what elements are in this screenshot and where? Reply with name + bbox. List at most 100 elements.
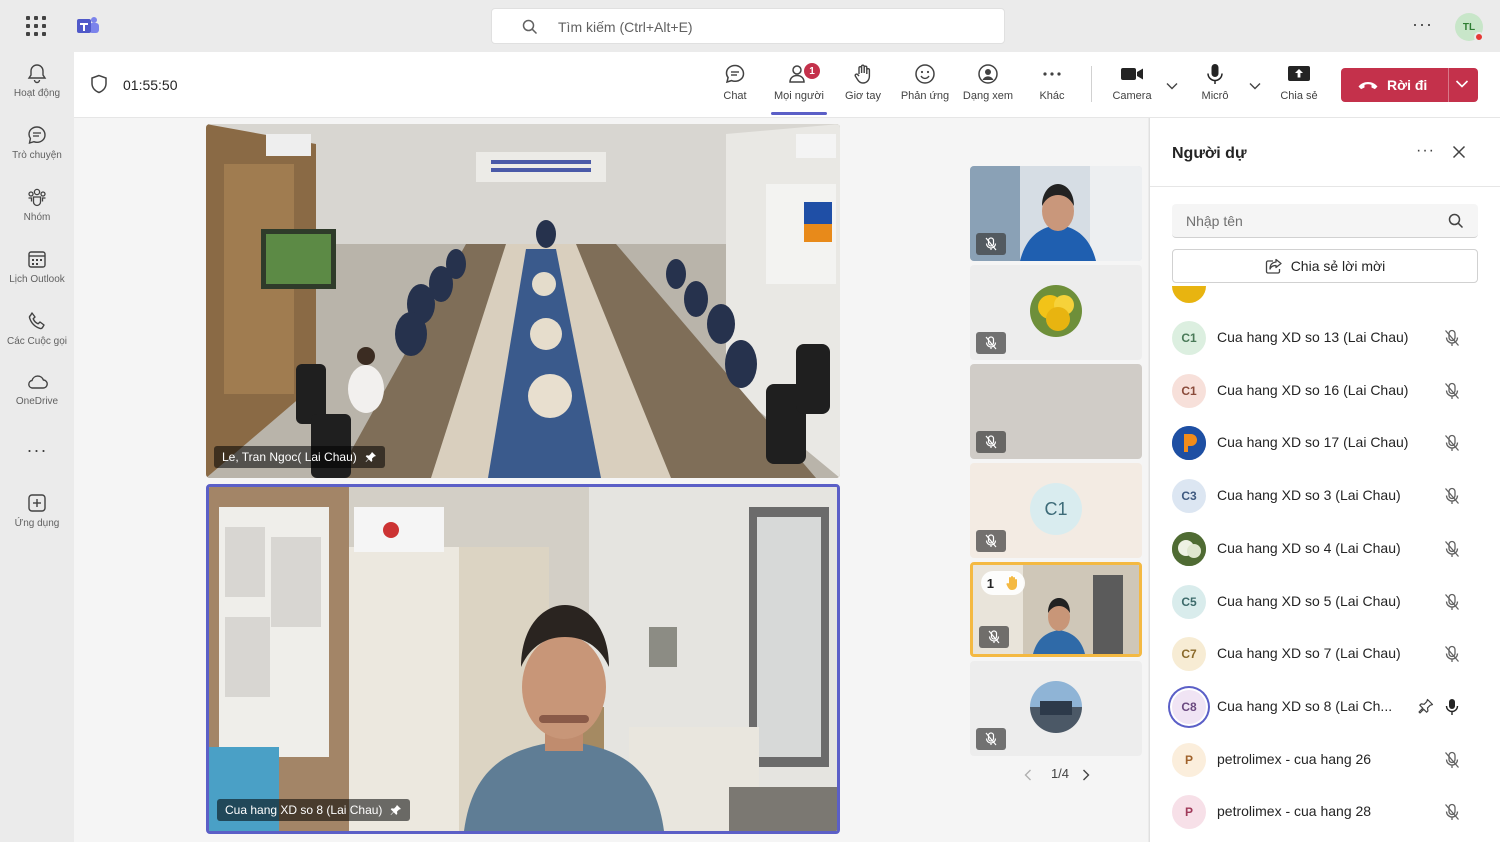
rail-item-calls[interactable]: Các Cuộc gọi — [0, 310, 74, 347]
rail-item-chat[interactable]: Trò chuyện — [0, 124, 74, 161]
microphone-icon — [1207, 64, 1223, 84]
mic-off-icon — [985, 732, 997, 746]
participant-row[interactable]: Ppetrolimex - cua hang 28 — [1150, 786, 1500, 838]
mic-off-indicator — [976, 332, 1006, 354]
participant-name-tag: Le, Tran Ngoc( Lai Chau) — [214, 446, 385, 468]
video-frame-conference-room — [206, 124, 840, 478]
participant-row[interactable]: C5 Cua hang XD so 5 (Lai Chau) — [1150, 576, 1500, 628]
participant-list: C1 Cua hang XD so 13 (Lai Chau) C1 Cua hang… — [1150, 286, 1500, 842]
petrolimex-logo-icon — [1172, 426, 1206, 461]
mic-off-indicator — [1444, 593, 1460, 616]
share-button[interactable]: Chia sẻ — [1267, 62, 1331, 102]
participant-initials: C1 — [1181, 383, 1197, 398]
participant-row[interactable]: C7 Cua hang XD so 7 (Lai Chau) — [1150, 628, 1500, 680]
participant-row[interactable]: C1 Cua hang XD so 13 (Lai Chau) — [1150, 312, 1500, 364]
leave-options-chevron-icon[interactable] — [1455, 79, 1469, 89]
mic-off-indicator — [1444, 329, 1460, 352]
rail-item-teams[interactable]: Nhóm — [0, 186, 74, 223]
microphone-icon — [1445, 698, 1459, 715]
participant-thumbnail[interactable]: C1 — [970, 463, 1142, 558]
camera-button[interactable]: Camera — [1100, 62, 1164, 102]
participant-thumbnail[interactable] — [970, 265, 1142, 360]
participant-thumbnail[interactable] — [970, 364, 1142, 459]
participant-row[interactable] — [1150, 286, 1500, 312]
rail-item-calendar[interactable]: Lịch Outlook — [0, 248, 74, 285]
participant-row[interactable]: Ppetrolimex - cua hang 26 — [1150, 734, 1500, 786]
mic-options-chevron-icon[interactable] — [1249, 82, 1261, 90]
pin-icon — [365, 452, 376, 462]
participant-avatar — [1172, 426, 1206, 461]
participant-name: Cua hang XD so 13 (Lai Chau) — [1217, 329, 1409, 345]
leave-divider — [1448, 68, 1449, 102]
leave-button[interactable]: Rời đi — [1341, 68, 1478, 102]
participant-row[interactable]: Cua hang XD so 17 (Lai Chau) — [1150, 417, 1500, 469]
teams-icon — [28, 188, 46, 207]
rail-item-activity[interactable]: Hoạt động — [0, 62, 74, 99]
view-label: Dạng xem — [962, 90, 1014, 102]
meeting-toolbar: 01:55:50 Chat Mọi người 1 Giơ tay Phản ứ… — [74, 52, 1500, 118]
search-icon — [522, 19, 538, 35]
mic-off-icon — [985, 534, 997, 548]
mic-off-indicator — [1444, 803, 1460, 826]
app-launcher-icon[interactable] — [26, 16, 46, 36]
pager-next-icon[interactable] — [1082, 769, 1090, 781]
rail-more-icon[interactable]: ··· — [0, 440, 74, 461]
share-invite-button[interactable]: Chia sẻ lời mời — [1172, 249, 1478, 283]
participant-avatar-image — [1030, 285, 1082, 337]
participant-name: Le, Tran Ngoc( Lai Chau) — [222, 450, 357, 464]
mic-off-icon — [1445, 751, 1459, 768]
smiley-icon — [915, 64, 935, 84]
calendar-icon — [28, 251, 46, 268]
search-box[interactable]: Tìm kiếm (Ctrl+Alt+E) — [491, 8, 1005, 44]
participant-thumbnail-raised-hand[interactable]: 1 — [970, 562, 1142, 657]
react-button[interactable]: Phản ứng — [893, 62, 957, 102]
mic-off-icon — [985, 336, 997, 350]
participant-initials: C1 — [1181, 331, 1197, 345]
participant-avatar: C8 — [1172, 689, 1206, 724]
mic-button[interactable]: Micrô — [1183, 62, 1247, 102]
pin-participant[interactable] — [1418, 698, 1434, 719]
mic-off-indicator — [1444, 645, 1460, 668]
share-screen-icon — [1288, 66, 1310, 81]
participant-thumbnail[interactable] — [970, 166, 1142, 261]
mic-on-indicator — [1444, 698, 1460, 721]
mic-off-icon — [1445, 540, 1459, 557]
participant-name: petrolimex - cua hang 28 — [1217, 803, 1372, 820]
participant-row[interactable]: C3 Cua hang XD so 3 (Lai Chau) — [1150, 470, 1500, 522]
rail-item-onedrive[interactable]: OneDrive — [0, 372, 74, 407]
status-indicator — [1474, 32, 1484, 42]
participant-search-input[interactable] — [1172, 204, 1478, 238]
more-actions-button[interactable]: Khác — [1020, 62, 1084, 102]
participant-row[interactable]: Cua hang XD so 4 (Lai Chau) — [1150, 523, 1500, 575]
rail-label: Trò chuyện — [12, 150, 62, 161]
add-app-icon — [28, 494, 46, 512]
react-label: Phản ứng — [900, 90, 950, 102]
raise-hand-button[interactable]: Giơ tay — [831, 62, 895, 102]
chat-button[interactable]: Chat — [703, 62, 767, 102]
participant-row[interactable]: C8 Cua hang XD so 8 (Lai Ch... — [1150, 681, 1500, 733]
mic-off-indicator — [1444, 751, 1460, 774]
participant-initials: C3 — [1181, 489, 1197, 504]
rail-label: Lịch Outlook — [9, 274, 65, 285]
close-icon[interactable] — [1452, 145, 1466, 159]
main-video-conference-room[interactable]: Le, Tran Ngoc( Lai Chau) — [206, 124, 840, 478]
participant-row[interactable]: C1 Cua hang XD so 16 (Lai Chau) — [1150, 365, 1500, 417]
view-button[interactable]: Dạng xem — [956, 62, 1020, 102]
camera-options-chevron-icon[interactable] — [1166, 82, 1178, 90]
participant-thumbnail[interactable] — [970, 661, 1142, 756]
chat-icon — [725, 64, 745, 84]
rail-label: OneDrive — [15, 396, 59, 407]
panel-more-options-icon[interactable]: ··· — [1416, 142, 1435, 160]
raise-hand-label: Giơ tay — [845, 90, 881, 102]
mic-off-icon — [985, 237, 997, 251]
rail-item-apps[interactable]: Ứng dụng — [0, 492, 74, 529]
pin-icon[interactable] — [1418, 698, 1434, 714]
main-video-speaker[interactable]: Cua hang XD so 8 (Lai Chau) — [206, 484, 840, 834]
mic-off-icon — [988, 630, 1000, 644]
share-invite-label: Chia sẻ lời mời — [1290, 258, 1386, 274]
people-button[interactable]: Mọi người — [767, 62, 831, 102]
mic-off-icon — [1445, 804, 1459, 821]
more-options-icon[interactable]: ··· — [1412, 14, 1433, 35]
people-label: Mọi người — [773, 90, 825, 102]
mic-off-icon — [1445, 382, 1459, 399]
